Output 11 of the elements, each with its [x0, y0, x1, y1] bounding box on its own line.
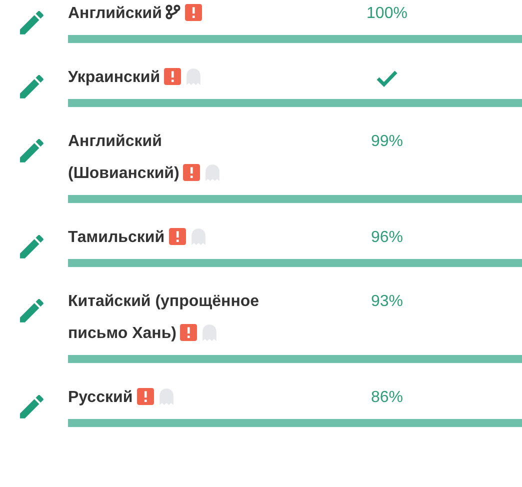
language-name: Русский: [68, 389, 133, 406]
language-name: Украинский: [68, 69, 160, 86]
translated-percent: 86%: [370, 388, 404, 408]
language-name: Китайский (упрощённое письмо Хань): [68, 293, 260, 342]
translated-percent: 99%: [370, 132, 404, 152]
translated-percent: 96%: [370, 228, 404, 248]
language-name: Английский (Шовианский): [68, 133, 180, 182]
language-name: Английский: [68, 5, 162, 22]
translated-percent: 93%: [370, 292, 404, 312]
translated-percent: 100%: [366, 4, 408, 24]
language-name: Тамильский: [68, 229, 165, 246]
